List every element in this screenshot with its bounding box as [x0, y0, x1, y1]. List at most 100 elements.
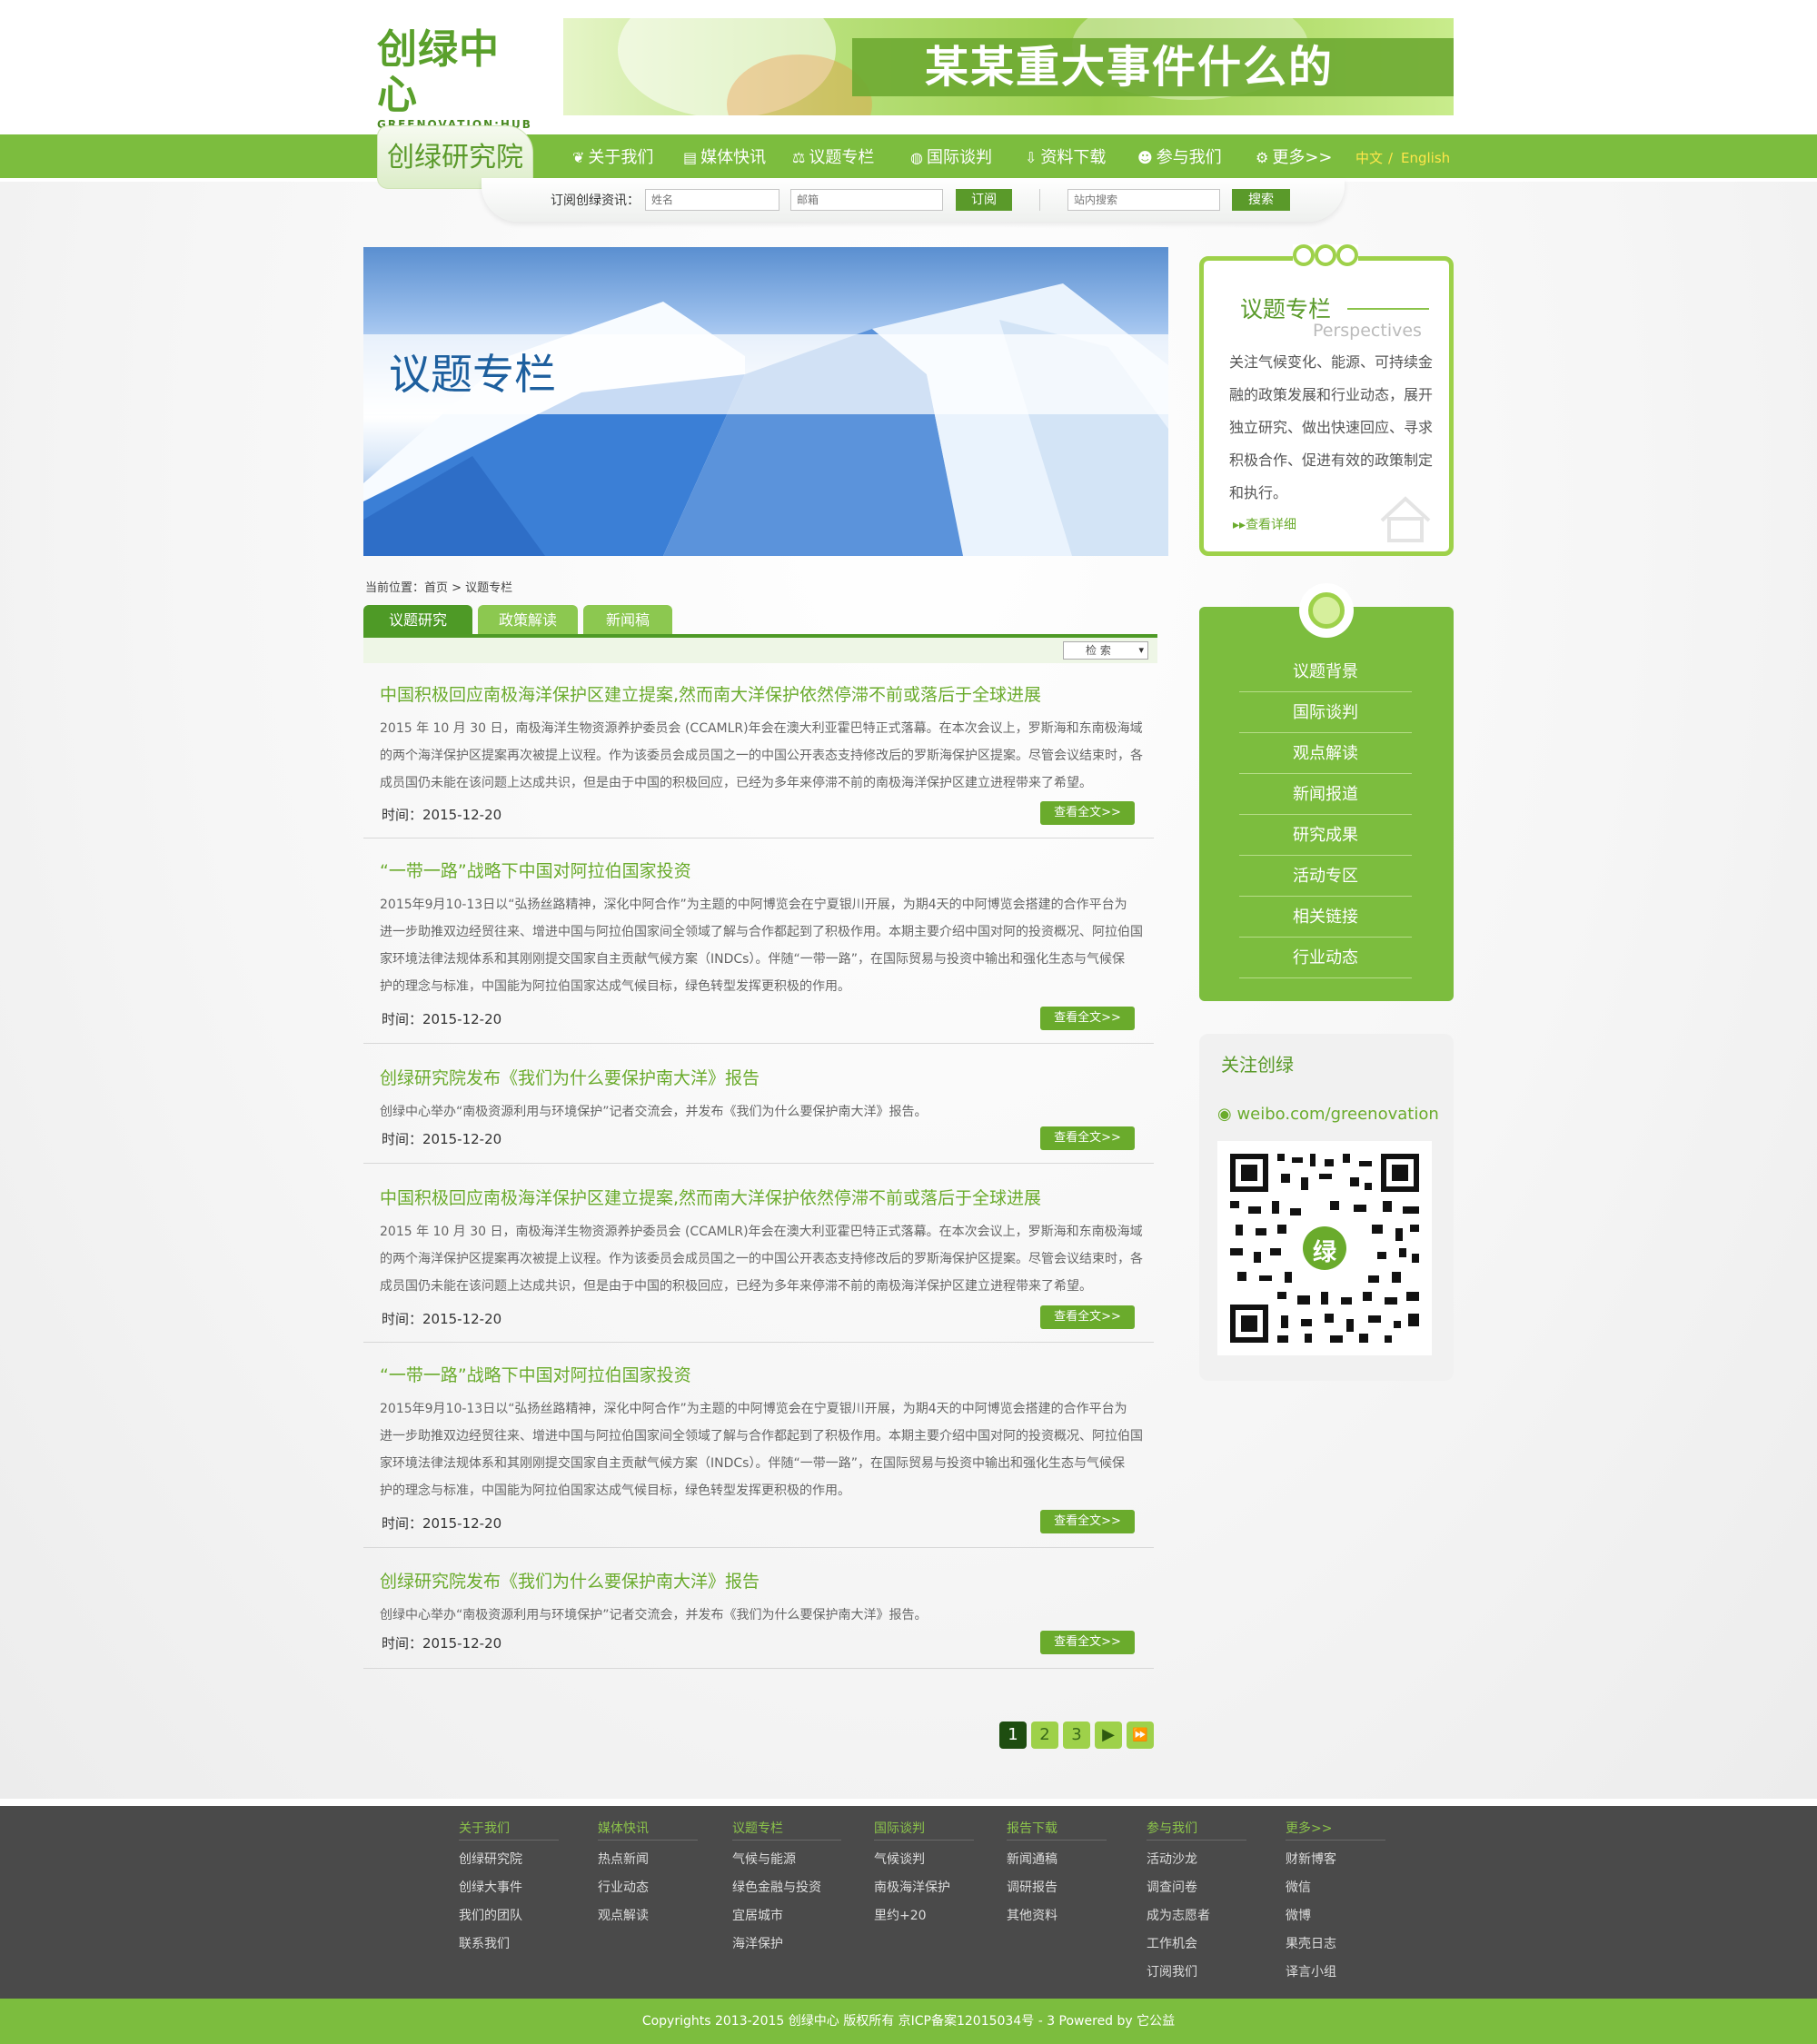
footer-link[interactable]: 活动沙龙	[1147, 1846, 1246, 1874]
article-excerpt: 创绿中心举办“南极资源利用与环境保护”记者交流会，并发布《我们为什么要保护南大洋…	[380, 1105, 928, 1119]
read-more-button[interactable]: 查看全文>>	[1040, 801, 1135, 825]
weibo-link[interactable]: ◉ weibo.com/greenovation	[1217, 1105, 1439, 1124]
sidebar-menu: 议题背景 国际谈判 观点解读 新闻报道 研究成果 活动专区 相关链接 行业动态	[1199, 583, 1454, 1001]
footer-link[interactable]: 订阅我们	[1147, 1959, 1246, 1987]
footer-link[interactable]: 气候与能源	[732, 1846, 841, 1874]
footer-link[interactable]: 微博	[1286, 1902, 1385, 1930]
sidebar-item-industry[interactable]: 行业动态	[1239, 938, 1412, 978]
footer-link[interactable]: 我们的团队	[459, 1902, 559, 1930]
footer-link[interactable]: 气候谈判	[874, 1846, 974, 1874]
footer-link[interactable]: 海洋保护	[732, 1930, 841, 1959]
sidebar-item-views[interactable]: 观点解读	[1239, 734, 1412, 774]
page-button-1[interactable]: 1	[999, 1722, 1027, 1749]
logo-cn: 创绿中心	[377, 26, 500, 118]
sidebar-item-events[interactable]: 活动专区	[1239, 857, 1412, 897]
name-input[interactable]: 姓名	[645, 189, 779, 211]
page-button-2[interactable]: 2	[1031, 1722, 1058, 1749]
next-page-button[interactable]: ▶	[1095, 1722, 1122, 1749]
filter-strip	[363, 638, 1157, 663]
subscribe-label: 订阅创绿资讯：	[551, 193, 640, 208]
article-title[interactable]: 中国积极回应南极海洋保护区建立提案,然而南大洋保护依然停滞不前或落后于全球进展	[380, 681, 1152, 706]
site-logo[interactable]: 创绿中心 GREENOVATION:HUB	[377, 27, 531, 132]
footer-column-head[interactable]: 议题专栏	[732, 1819, 841, 1841]
read-more-button[interactable]: 查看全文>>	[1040, 1126, 1135, 1150]
nav-item-negotiation[interactable]: ◍ 国际谈判	[910, 145, 992, 171]
article-title[interactable]: “一带一路”战略下中国对阿拉伯国家投资	[380, 1362, 1152, 1386]
hero-title: 议题专栏	[389, 350, 556, 399]
people-icon: ☻	[1137, 149, 1153, 166]
footer-column: 更多>> 财新博客 微信 微博 果壳日志 译言小组	[1286, 1819, 1385, 1987]
footer-column: 媒体快讯 热点新闻 行业动态 观点解读	[598, 1819, 698, 1930]
footer-link[interactable]: 观点解读	[598, 1902, 698, 1930]
nav-item-join[interactable]: ☻ 参与我们	[1137, 145, 1222, 171]
footer-link[interactable]: 调查问卷	[1147, 1874, 1246, 1902]
read-more-button[interactable]: 查看全文>>	[1040, 1305, 1135, 1329]
sidebar-item-negotiation[interactable]: 国际谈判	[1239, 693, 1412, 733]
page-button-3[interactable]: 3	[1063, 1722, 1090, 1749]
site-search-input[interactable]: 站内搜索	[1067, 189, 1220, 211]
footer-link[interactable]: 成为志愿者	[1147, 1902, 1246, 1930]
footer-link[interactable]: 行业动态	[598, 1874, 698, 1902]
article-divider	[363, 1342, 1154, 1343]
footer-link[interactable]: 果壳日志	[1286, 1930, 1385, 1959]
read-more-button[interactable]: 查看全文>>	[1040, 1007, 1135, 1030]
sidebar-item-links[interactable]: 相关链接	[1239, 898, 1412, 938]
footer-link[interactable]: 绿色金融与投资	[732, 1874, 841, 1902]
footer-link[interactable]: 创绿大事件	[459, 1874, 559, 1902]
footer-link[interactable]: 南极海洋保护	[874, 1874, 974, 1902]
footer-link[interactable]: 新闻通稿	[1007, 1846, 1107, 1874]
footer-link[interactable]: 其他资料	[1007, 1902, 1107, 1930]
sidebar-intro-card: 议题专栏 Perspectives 关注气候变化、能源、可持续金 融的政策发展和行…	[1199, 244, 1454, 556]
last-page-button[interactable]: ⏩	[1127, 1722, 1154, 1749]
email-input[interactable]: 邮箱	[790, 189, 943, 211]
footer-link[interactable]: 创绿研究院	[459, 1846, 559, 1874]
qr-code: 绿	[1217, 1141, 1432, 1355]
top-banner[interactable]: 某某重大事件什么的	[563, 18, 1454, 115]
footer-link[interactable]: 热点新闻	[598, 1846, 698, 1874]
footer-link[interactable]: 联系我们	[459, 1930, 559, 1959]
nav-item-download[interactable]: ⇩ 资料下载	[1025, 145, 1106, 171]
footer-link[interactable]: 调研报告	[1007, 1874, 1107, 1902]
tab-policy[interactable]: 政策解读	[478, 605, 578, 636]
article-item: “一带一路”战略下中国对阿拉伯国家投资 2015年9月10-13日以“弘扬丝路精…	[380, 1362, 1152, 1504]
footer-column-head[interactable]: 国际谈判	[874, 1819, 974, 1841]
search-button[interactable]: 搜索	[1232, 189, 1290, 211]
lang-cn-link[interactable]: 中文	[1355, 145, 1383, 171]
lang-en-link[interactable]: English	[1401, 145, 1450, 171]
footer-column-head[interactable]: 更多>>	[1286, 1819, 1385, 1841]
read-more-button[interactable]: 查看全文>>	[1040, 1510, 1135, 1533]
article-time: 时间：2015-12-20	[382, 807, 502, 823]
view-detail-link[interactable]: ▸▸查看详细	[1233, 515, 1296, 533]
footer-column: 参与我们 活动沙龙 调查问卷 成为志愿者 工作机会 订阅我们	[1147, 1819, 1246, 1987]
footer-link[interactable]: 财新博客	[1286, 1846, 1385, 1874]
footer-column-head[interactable]: 关于我们	[459, 1819, 559, 1841]
nav-item-more[interactable]: ⚙ 更多>>	[1256, 145, 1333, 171]
nav-item-about[interactable]: ❦ 关于我们	[572, 145, 653, 171]
content-tabs: 议题研究 政策解读 新闻稿	[363, 605, 1157, 636]
footer-link[interactable]: 里约+20	[874, 1902, 974, 1930]
filter-select[interactable]: 检 索	[1063, 641, 1148, 660]
footer-column-head[interactable]: 参与我们	[1147, 1819, 1246, 1841]
nav-item-media[interactable]: ▤ 媒体快讯	[683, 145, 766, 171]
tab-research[interactable]: 议题研究	[363, 605, 472, 636]
article-title[interactable]: “一带一路”战略下中国对阿拉伯国家投资	[380, 858, 1152, 882]
globe-icon: ◍	[910, 149, 923, 166]
footer-link[interactable]: 宜居城市	[732, 1902, 841, 1930]
read-more-button[interactable]: 查看全文>>	[1040, 1631, 1135, 1654]
article-title[interactable]: 创绿研究院发布《我们为什么要保护南大洋》报告	[380, 1568, 1152, 1593]
subscribe-button[interactable]: 订阅	[956, 189, 1012, 211]
footer-link[interactable]: 译言小组	[1286, 1959, 1385, 1987]
footer-column-head[interactable]: 报告下载	[1007, 1819, 1107, 1841]
sidebar-item-news[interactable]: 新闻报道	[1239, 775, 1412, 815]
footer-column-head[interactable]: 媒体快讯	[598, 1819, 698, 1841]
sidebar-item-background[interactable]: 议题背景	[1239, 652, 1412, 692]
document-icon: ▤	[683, 149, 698, 166]
tab-press[interactable]: 新闻稿	[583, 605, 672, 636]
title-rule	[1347, 308, 1429, 310]
sidebar-item-results[interactable]: 研究成果	[1239, 816, 1412, 856]
article-title[interactable]: 中国积极回应南极海洋保护区建立提案,然而南大洋保护依然停滞不前或落后于全球进展	[380, 1185, 1152, 1209]
footer-link[interactable]: 工作机会	[1147, 1930, 1246, 1959]
article-title[interactable]: 创绿研究院发布《我们为什么要保护南大洋》报告	[380, 1065, 1152, 1089]
footer-link[interactable]: 微信	[1286, 1874, 1385, 1902]
nav-item-topics[interactable]: ⚖ 议题专栏	[792, 145, 874, 171]
